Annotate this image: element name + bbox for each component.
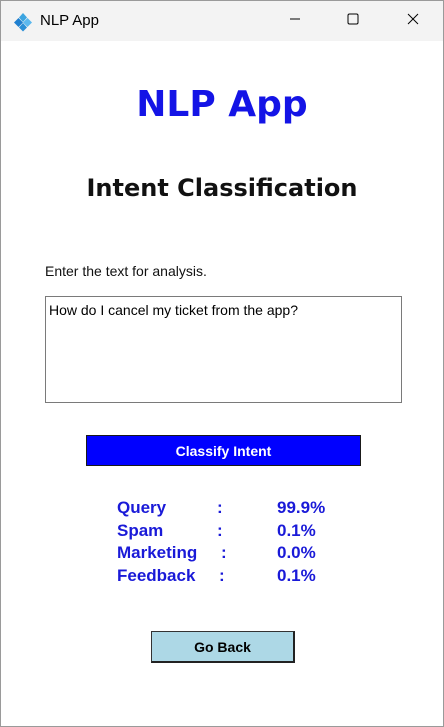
result-value: 0.1% bbox=[277, 565, 316, 585]
result-colon: : bbox=[217, 520, 223, 540]
close-button[interactable] bbox=[384, 1, 442, 41]
result-row-feedback: Feedback : 0.1% bbox=[117, 565, 377, 588]
result-label: Query bbox=[117, 498, 167, 517]
result-label: Spam bbox=[117, 520, 164, 540]
result-row-query: Query : 99.9% bbox=[117, 497, 377, 520]
minimize-icon bbox=[289, 12, 301, 30]
result-colon: : bbox=[217, 498, 223, 517]
app-window: NLP App NLP App Intent Classification En… bbox=[0, 0, 444, 727]
result-colon: : bbox=[221, 543, 227, 562]
result-row-spam: Spam : 0.1% bbox=[117, 520, 377, 543]
diamond-app-icon bbox=[13, 12, 33, 32]
results-panel: Query : 99.9% Spam : 0.1% Marketing : 0.… bbox=[117, 497, 377, 587]
app-title: NLP App bbox=[136, 84, 308, 125]
analysis-text-input[interactable] bbox=[45, 296, 402, 403]
go-back-button[interactable]: Go Back bbox=[151, 631, 295, 663]
result-value: 99.9% bbox=[277, 498, 326, 517]
result-row-marketing: Marketing : 0.0% bbox=[117, 542, 377, 565]
result-label: Marketing bbox=[117, 543, 198, 562]
page-subtitle: Intent Classification bbox=[86, 174, 358, 202]
result-value: 0.1% bbox=[277, 520, 316, 540]
minimize-button[interactable] bbox=[266, 1, 324, 41]
window-title: NLP App bbox=[40, 12, 99, 29]
result-value: 0.0% bbox=[277, 543, 316, 562]
close-icon bbox=[407, 12, 419, 30]
result-colon: : bbox=[219, 565, 225, 585]
maximize-button[interactable] bbox=[324, 1, 382, 41]
title-bar[interactable]: NLP App bbox=[1, 1, 443, 41]
maximize-icon bbox=[347, 12, 359, 30]
prompt-label: Enter the text for analysis. bbox=[45, 263, 207, 279]
result-label: Feedback bbox=[117, 565, 196, 585]
classify-intent-button[interactable]: Classify Intent bbox=[86, 435, 361, 466]
